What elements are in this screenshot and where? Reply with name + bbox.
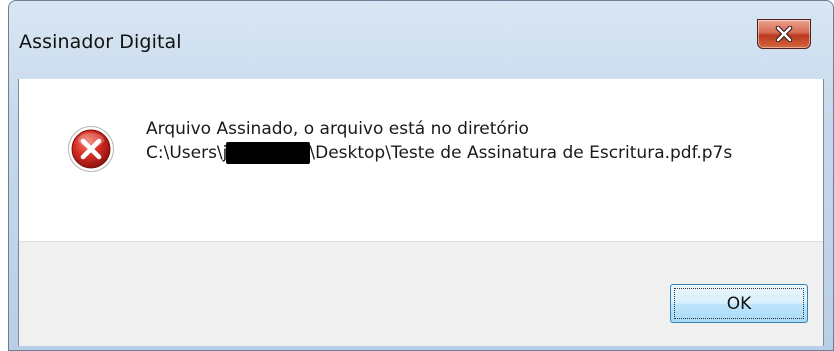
dialog-window: Assinador Digital Arquivo Assinado, o ar…: [8, 0, 834, 351]
path-prefix: C:\Users\j: [146, 143, 228, 163]
dialog-client-area: Arquivo Assinado, o arquivo está no dire…: [18, 79, 824, 346]
message-line-1: Arquivo Assinado, o arquivo está no dire…: [146, 119, 529, 139]
close-button[interactable]: [757, 19, 811, 49]
message-line-2: C:\Users\j \Desktop\Teste de Assinatura d…: [146, 141, 732, 165]
message-text: Arquivo Assinado, o arquivo está no dire…: [146, 117, 732, 165]
redaction-bar: [226, 142, 311, 164]
window-title: Assinador Digital: [19, 31, 182, 53]
error-icon: [68, 126, 114, 172]
message-area: Arquivo Assinado, o arquivo está no dire…: [19, 79, 823, 241]
title-bar[interactable]: Assinador Digital: [9, 1, 833, 79]
ok-button-label: OK: [726, 293, 752, 314]
button-area: OK: [19, 241, 823, 346]
ok-button[interactable]: OK: [670, 284, 808, 323]
path-suffix: \Desktop\Teste de Assinatura de Escritur…: [309, 143, 733, 163]
close-icon: [775, 26, 793, 42]
